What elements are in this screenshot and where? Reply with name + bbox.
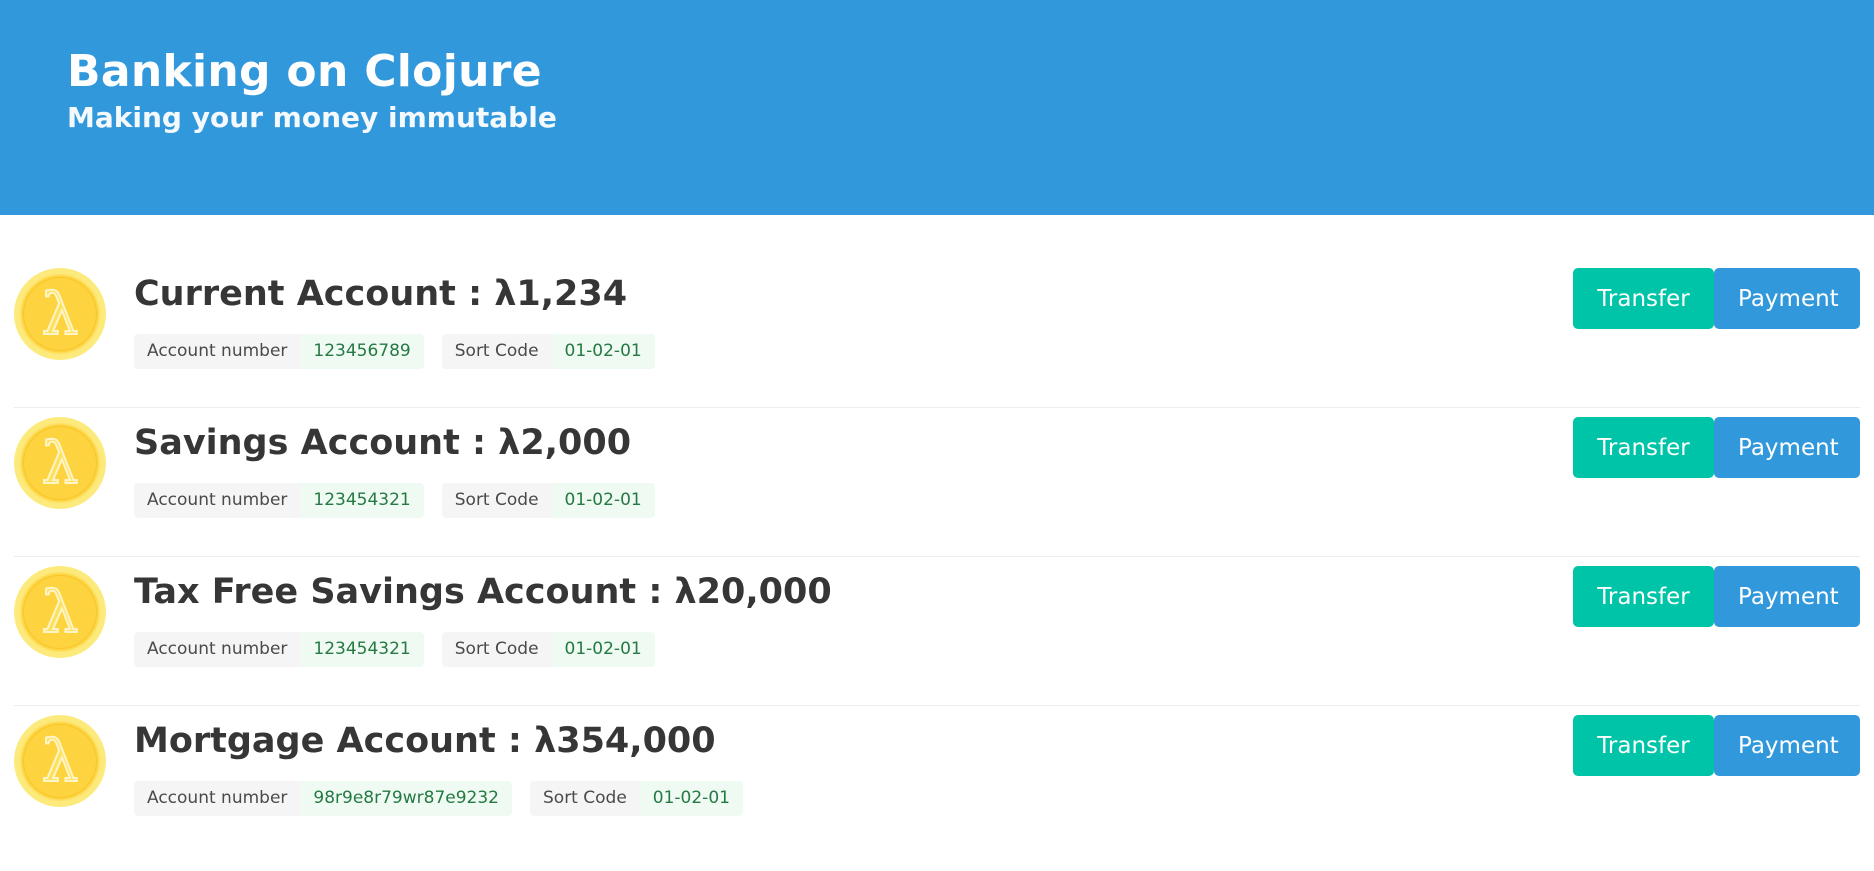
account-actions: Transfer Payment [1573, 268, 1860, 329]
account-number-label: Account number [134, 781, 301, 816]
accounts-list: λ Current Account : λ1,234 Account numbe… [0, 215, 1874, 855]
lambda-coin-icon: λ [14, 715, 106, 807]
account-tags: Account number 98r9e8r79wr87e9232 Sort C… [134, 781, 1860, 816]
account-actions: Transfer Payment [1573, 715, 1860, 776]
payment-button[interactable]: Payment [1714, 566, 1860, 627]
account-number-value: 123454321 [300, 632, 424, 667]
payment-button[interactable]: Payment [1714, 268, 1860, 329]
account-actions: Transfer Payment [1573, 566, 1860, 627]
account-number-label: Account number [134, 483, 301, 518]
sort-code-value: 01-02-01 [639, 781, 743, 816]
lambda-coin-icon: λ [14, 417, 106, 509]
payment-button[interactable]: Payment [1714, 417, 1860, 478]
sort-code-tag: Sort Code 01-02-01 [530, 781, 743, 816]
payment-button[interactable]: Payment [1714, 715, 1860, 776]
account-number-label: Account number [134, 632, 301, 667]
sort-code-tag: Sort Code 01-02-01 [441, 483, 655, 518]
account-number-value: 98r9e8r79wr87e9232 [300, 781, 512, 816]
sort-code-tag: Sort Code 01-02-01 [441, 334, 655, 369]
sort-code-label: Sort Code [441, 483, 552, 518]
account-row-mortgage: λ Mortgage Account : λ354,000 Account nu… [14, 706, 1860, 855]
sort-code-label: Sort Code [441, 334, 552, 369]
transfer-button[interactable]: Transfer [1573, 268, 1714, 329]
sort-code-tag: Sort Code 01-02-01 [441, 632, 655, 667]
account-number-label: Account number [134, 334, 301, 369]
page-title: Banking on Clojure [67, 46, 542, 97]
lambda-coin-icon: λ [14, 566, 106, 658]
hero-banner: Banking on Clojure Making your money imm… [0, 0, 1874, 215]
account-row-savings: λ Savings Account : λ2,000 Account numbe… [14, 408, 1860, 557]
sort-code-label: Sort Code [441, 632, 552, 667]
transfer-button[interactable]: Transfer [1573, 417, 1714, 478]
account-tags: Account number 123456789 Sort Code 01-02… [134, 334, 1860, 369]
account-number-value: 123454321 [300, 483, 424, 518]
transfer-button[interactable]: Transfer [1573, 715, 1714, 776]
sort-code-value: 01-02-01 [551, 632, 655, 667]
transfer-button[interactable]: Transfer [1573, 566, 1714, 627]
account-number-tag: Account number 123456789 [134, 334, 424, 369]
page-subtitle: Making your money immutable [67, 101, 557, 134]
account-tags: Account number 123454321 Sort Code 01-02… [134, 483, 1860, 518]
sort-code-label: Sort Code [530, 781, 640, 816]
account-number-tag: Account number 98r9e8r79wr87e9232 [134, 781, 512, 816]
account-number-value: 123456789 [300, 334, 424, 369]
account-actions: Transfer Payment [1573, 417, 1860, 478]
account-row-tax-free-savings: λ Tax Free Savings Account : λ20,000 Acc… [14, 557, 1860, 706]
account-tags: Account number 123454321 Sort Code 01-02… [134, 632, 1860, 667]
sort-code-value: 01-02-01 [551, 483, 655, 518]
account-number-tag: Account number 123454321 [134, 632, 424, 667]
lambda-coin-icon: λ [14, 268, 106, 360]
account-row-current: λ Current Account : λ1,234 Account numbe… [14, 259, 1860, 408]
account-number-tag: Account number 123454321 [134, 483, 424, 518]
sort-code-value: 01-02-01 [551, 334, 655, 369]
